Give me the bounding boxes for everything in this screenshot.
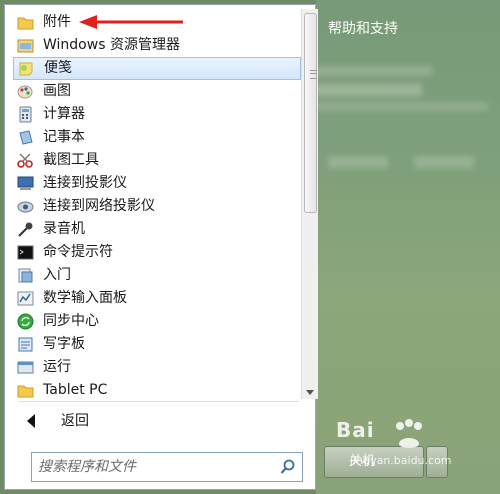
menu-item-getting-started[interactable]: 入门 xyxy=(13,264,301,287)
wordpad-icon xyxy=(18,337,33,352)
menu-item-notepad[interactable]: 记事本 xyxy=(13,126,301,149)
back-button[interactable]: 返回 xyxy=(19,409,89,433)
microphone-icon xyxy=(18,222,33,237)
menu-item-label: 画图 xyxy=(43,83,71,99)
search-icon[interactable] xyxy=(280,459,296,475)
menu-item-tablet-pc-folder[interactable]: Tablet PC xyxy=(13,379,301,402)
menu-item-run[interactable]: 运行 xyxy=(13,356,301,379)
paint-icon xyxy=(17,85,33,99)
back-label: 返回 xyxy=(61,413,89,429)
folder-icon xyxy=(17,17,34,30)
run-icon xyxy=(17,361,34,374)
menu-item-wordpad[interactable]: 写字板 xyxy=(13,333,301,356)
programs-panel: 附件 Windows 资源管理器 便笺 画图 计算器 记事本 截图工具 连接到投… xyxy=(4,4,318,490)
menu-item-label: 便笺 xyxy=(44,60,72,76)
back-arrow-icon xyxy=(27,414,35,428)
watermark: Bai jingyan.baidu.com xyxy=(336,418,486,478)
scroll-down-arrow-icon[interactable] xyxy=(306,390,314,395)
explorer-icon xyxy=(17,39,34,53)
sticky-notes-icon xyxy=(19,62,33,76)
divider xyxy=(19,401,299,402)
snipping-tool-icon xyxy=(17,153,33,168)
search-input[interactable]: 搜索程序和文件 xyxy=(31,452,303,482)
command-prompt-icon xyxy=(17,245,34,260)
notepad-icon xyxy=(19,130,33,145)
folder-icon xyxy=(17,385,34,398)
program-list-scrollbar[interactable] xyxy=(301,9,318,399)
menu-item-command-prompt[interactable]: 命令提示符 xyxy=(13,241,301,264)
menu-item-label: 写字板 xyxy=(43,336,85,352)
menu-item-windows-explorer[interactable]: Windows 资源管理器 xyxy=(13,34,301,57)
projector-icon xyxy=(17,176,34,190)
menu-item-label: 连接到投影仪 xyxy=(43,175,127,191)
menu-item-label: 录音机 xyxy=(43,221,85,237)
menu-item-sync-center[interactable]: 同步中心 xyxy=(13,310,301,333)
menu-item-connect-to-projector[interactable]: 连接到投影仪 xyxy=(13,172,301,195)
program-list: 附件 Windows 资源管理器 便笺 画图 计算器 记事本 截图工具 连接到投… xyxy=(13,11,301,402)
menu-item-label: Windows 资源管理器 xyxy=(43,37,180,53)
network-projector-icon xyxy=(17,201,34,213)
menu-item-sticky-notes[interactable]: 便笺 xyxy=(13,57,301,80)
scrollbar-thumb[interactable] xyxy=(304,13,317,213)
calculator-icon xyxy=(19,106,32,123)
menu-item-label: 运行 xyxy=(43,359,71,375)
menu-item-sound-recorder[interactable]: 录音机 xyxy=(13,218,301,241)
search-placeholder: 搜索程序和文件 xyxy=(38,459,136,475)
blurred-background-text xyxy=(312,66,488,111)
paw-logo-icon xyxy=(396,419,422,448)
annotation-arrow-icon xyxy=(79,15,183,29)
menu-item-label: 截图工具 xyxy=(43,152,99,168)
blurred-background-buttons xyxy=(328,156,474,168)
watermark-logo-text: Bai xyxy=(336,418,375,442)
menu-item-label: 附件 xyxy=(43,14,71,30)
menu-item-label: Tablet PC xyxy=(43,382,108,398)
menu-item-label: 数学输入面板 xyxy=(43,290,127,306)
menu-item-math-input-panel[interactable]: 数学输入面板 xyxy=(13,287,301,310)
start-menu-screenshot: 帮助和支持 关机 附件 Windows 资源管理器 便笺 画图 计算器 记事本 … xyxy=(0,0,500,494)
menu-item-label: 连接到网络投影仪 xyxy=(43,198,155,214)
menu-item-label: 计算器 xyxy=(43,106,85,122)
menu-item-label: 记事本 xyxy=(43,129,85,145)
menu-item-paint[interactable]: 画图 xyxy=(13,80,301,103)
menu-item-label: 同步中心 xyxy=(43,313,99,329)
menu-item-label: 入门 xyxy=(43,267,71,283)
menu-item-calculator[interactable]: 计算器 xyxy=(13,103,301,126)
getting-started-icon xyxy=(18,268,33,283)
grip-icon xyxy=(310,70,317,79)
menu-item-snipping-tool[interactable]: 截图工具 xyxy=(13,149,301,172)
sync-center-icon xyxy=(17,313,34,330)
menu-item-label: 命令提示符 xyxy=(43,244,113,260)
menu-item-connect-to-network-projector[interactable]: 连接到网络投影仪 xyxy=(13,195,301,218)
help-and-support-link[interactable]: 帮助和支持 xyxy=(328,18,398,38)
math-input-icon xyxy=(17,291,34,306)
watermark-url: jingyan.baidu.com xyxy=(350,454,452,467)
